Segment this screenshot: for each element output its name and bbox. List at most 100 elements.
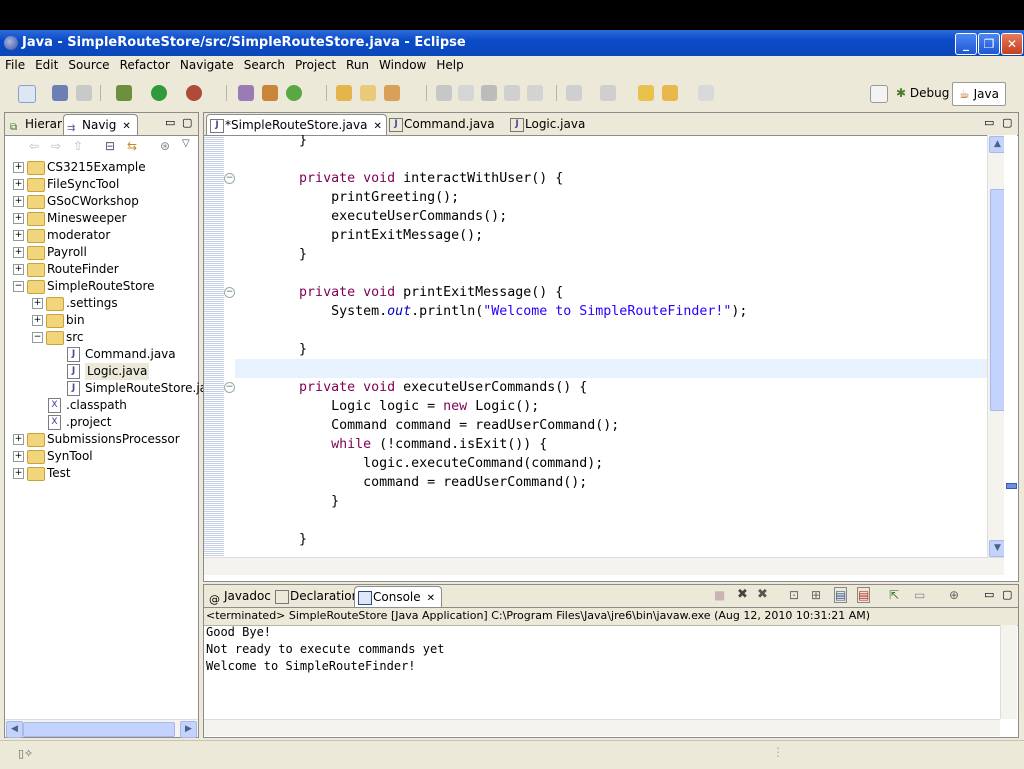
editor-vscrollbar[interactable]: ▲ ▼ xyxy=(987,135,1006,557)
expand-icon[interactable]: + xyxy=(32,315,43,326)
perspective-java[interactable]: ☕ Java xyxy=(952,82,1006,106)
tab-hierarchy[interactable]: ⧉ Hierar xyxy=(7,114,68,134)
collapse-icon[interactable]: − xyxy=(13,281,24,292)
tree-item[interactable]: + GSoCWorkshop xyxy=(5,193,198,210)
tree-item[interactable]: + .settings xyxy=(5,295,198,312)
code-line[interactable]: printGreeting(); xyxy=(235,188,987,207)
show-whitespace-icon[interactable] xyxy=(504,85,520,101)
toggle-mark-occurrences-icon[interactable] xyxy=(458,85,474,101)
maximize-console-icon[interactable]: ▢ xyxy=(1002,588,1012,601)
tree-item[interactable]: X .classpath xyxy=(5,397,198,414)
collapse-all-icon[interactable]: ⊟ xyxy=(105,139,115,153)
menu-search[interactable]: Search xyxy=(239,56,290,74)
open-type-icon[interactable] xyxy=(336,85,352,101)
expand-icon[interactable]: + xyxy=(13,179,24,190)
tree-item[interactable]: − SimpleRouteStore xyxy=(5,278,198,295)
new-package-icon[interactable] xyxy=(262,85,278,101)
maximize-button[interactable]: ❐ xyxy=(978,33,1000,55)
close-icon[interactable]: ✕ xyxy=(427,593,435,604)
navigator-hscrollbar[interactable]: ◀ ▶ xyxy=(5,719,198,738)
view-menu-icon[interactable]: ⊛ xyxy=(160,139,170,153)
menu-file[interactable]: File xyxy=(0,56,30,74)
tree-item[interactable]: J Logic.java xyxy=(5,363,198,380)
expand-icon[interactable]: + xyxy=(13,213,24,224)
back-nav-icon[interactable]: ⇦ xyxy=(29,139,39,153)
editor-left-ruler[interactable] xyxy=(204,136,224,558)
tree-item[interactable]: + bin xyxy=(5,312,198,329)
code-line[interactable]: } xyxy=(235,340,987,359)
expand-icon[interactable]: + xyxy=(13,196,24,207)
fold-toggle-icon[interactable]: − xyxy=(224,287,235,298)
console-vscrollbar[interactable] xyxy=(1000,625,1017,719)
maximize-editor-icon[interactable]: ▢ xyxy=(1002,116,1012,129)
code-line[interactable]: printExitMessage(); xyxy=(235,226,987,245)
code-line[interactable] xyxy=(235,150,987,169)
open-folder-icon[interactable] xyxy=(360,85,376,101)
tree-item[interactable]: − src xyxy=(5,329,198,346)
pin-console-icon[interactable]: ⇱ xyxy=(889,588,899,602)
run-icon[interactable] xyxy=(151,85,167,101)
expand-icon[interactable]: + xyxy=(13,451,24,462)
tree-item[interactable]: J SimpleRouteStore.java xyxy=(5,380,221,397)
expand-icon[interactable]: + xyxy=(32,298,43,309)
print-icon[interactable] xyxy=(76,85,92,101)
menu-edit[interactable]: Edit xyxy=(30,56,63,74)
minimize-button[interactable]: _ xyxy=(955,33,977,55)
perspective-debug[interactable]: ✱ Debug xyxy=(890,82,955,104)
code-line[interactable] xyxy=(235,321,987,340)
menu-navigate[interactable]: Navigate xyxy=(175,56,239,74)
console-hscrollbar[interactable] xyxy=(204,719,1000,736)
tree-item[interactable]: + Minesweeper xyxy=(5,210,198,227)
forward-nav-icon[interactable]: ⇨ xyxy=(51,139,61,153)
toggle-annotation-icon[interactable] xyxy=(436,85,452,101)
tab-console[interactable]: Console ✕ xyxy=(354,586,443,607)
expand-icon[interactable]: + xyxy=(13,434,24,445)
close-window-button[interactable]: ✕ xyxy=(1001,33,1023,55)
search-icon[interactable] xyxy=(384,85,400,101)
code-line[interactable]: } xyxy=(235,245,987,264)
code-line[interactable]: logic.executeCommand(command); xyxy=(235,454,987,473)
menu-project[interactable]: Project xyxy=(290,56,341,74)
tree-item[interactable]: + RouteFinder xyxy=(5,261,198,278)
up-nav-icon[interactable]: ⇧ xyxy=(73,139,83,153)
menu-source[interactable]: Source xyxy=(63,56,114,74)
code-line[interactable]: private void printExitMessage() { xyxy=(235,283,987,302)
new-class-icon[interactable] xyxy=(286,85,302,101)
code-line[interactable]: command = readUserCommand(); xyxy=(235,473,987,492)
minimize-view-icon[interactable]: ▭ xyxy=(165,116,175,129)
open-perspective-icon[interactable] xyxy=(870,85,888,103)
chevron-down-icon[interactable]: ▽ xyxy=(182,138,190,149)
paragraph-icon[interactable] xyxy=(527,85,543,101)
code-line[interactable]: while (!command.isExit()) { xyxy=(235,435,987,454)
expand-icon[interactable]: + xyxy=(13,162,24,173)
menu-refactor[interactable]: Refactor xyxy=(115,56,175,74)
link-editor-icon[interactable]: ⇆ xyxy=(127,139,137,153)
debug-icon[interactable] xyxy=(116,85,132,101)
code-line[interactable]: } xyxy=(235,135,987,150)
close-icon[interactable]: ✕ xyxy=(122,121,130,132)
tab-declaration[interactable]: Declaration xyxy=(272,586,365,606)
tree-item[interactable]: + Test xyxy=(5,465,198,482)
remove-all-launches-icon[interactable]: ✖ xyxy=(757,587,768,602)
code-line[interactable]: private void interactWithUser() { xyxy=(235,169,987,188)
editor-hscrollbar[interactable] xyxy=(204,557,1004,575)
code-line[interactable] xyxy=(235,359,987,378)
minimize-editor-icon[interactable]: ▭ xyxy=(984,116,994,129)
expand-icon[interactable]: + xyxy=(13,247,24,258)
scroll-lock-icon[interactable]: ⊞ xyxy=(811,588,821,602)
tree-item[interactable]: X .project xyxy=(5,414,198,431)
code-line[interactable]: } xyxy=(235,530,987,549)
tree-item[interactable]: + Payroll xyxy=(5,244,198,261)
fold-toggle-icon[interactable]: − xyxy=(224,173,235,184)
code-line[interactable] xyxy=(235,264,987,283)
previous-annotation-icon[interactable] xyxy=(600,85,616,101)
tab-javadoc[interactable]: @ Javadoc xyxy=(206,586,277,606)
display-console-icon[interactable]: ▭ xyxy=(914,588,925,602)
tree-item[interactable]: + moderator xyxy=(5,227,198,244)
tab-logic-java[interactable]: J Logic.java xyxy=(507,114,591,134)
code-line[interactable]: } xyxy=(235,492,987,511)
next-annotation-icon[interactable] xyxy=(566,85,582,101)
expand-icon[interactable]: + xyxy=(13,264,24,275)
open-console-icon[interactable]: ⊕ xyxy=(949,588,959,602)
menu-window[interactable]: Window xyxy=(374,56,431,74)
